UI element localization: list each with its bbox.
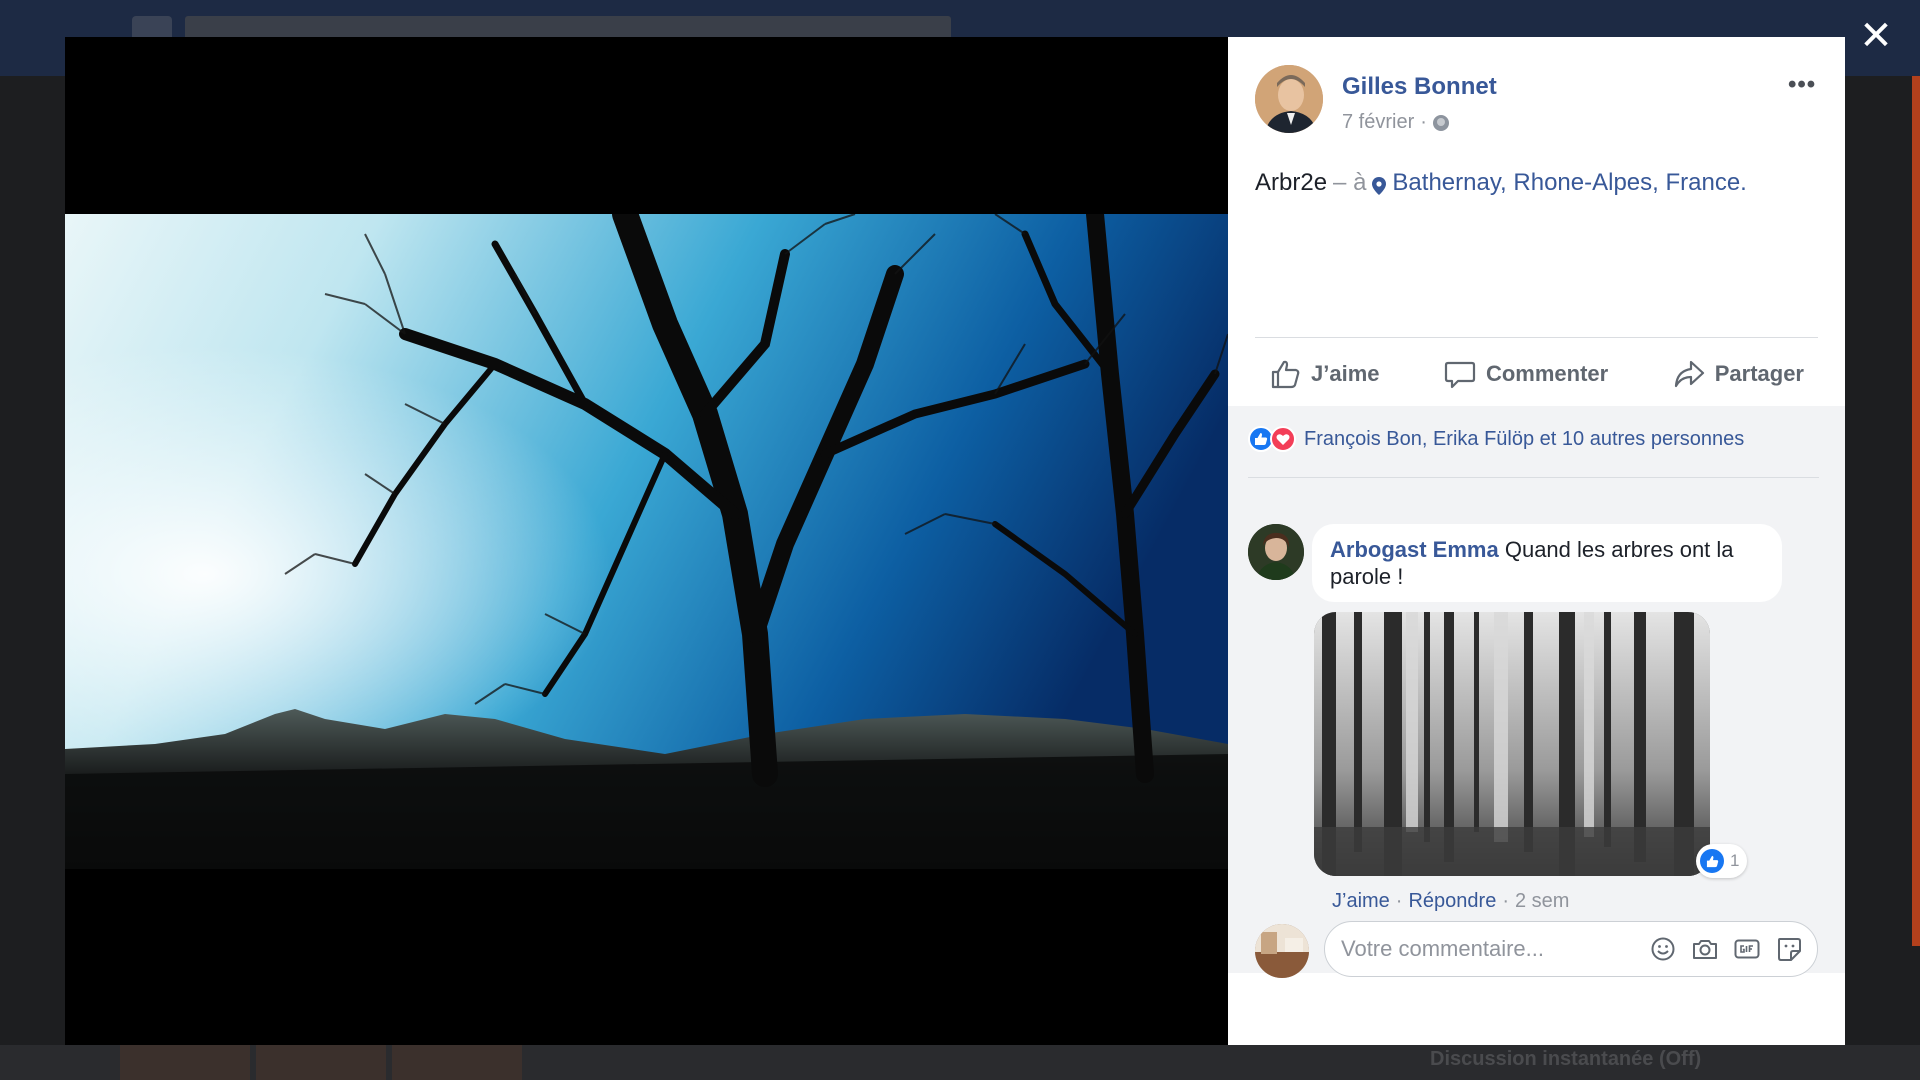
current-user-avatar (1255, 924, 1309, 978)
background-scrollbar[interactable] (1912, 76, 1920, 946)
background-thumb (256, 1045, 386, 1080)
comment-like-link[interactable]: J’aime (1332, 890, 1390, 913)
like-button[interactable]: J’aime (1255, 353, 1394, 395)
thumbs-up-icon (1271, 360, 1300, 389)
comment-input[interactable] (1341, 922, 1641, 976)
author-avatar[interactable] (1255, 65, 1323, 133)
map-pin-icon (1372, 174, 1387, 195)
post-panel: Gilles Bonnet 7 février · ••• Arbr2e – à… (1228, 37, 1845, 1045)
more-options-icon[interactable]: ••• (1788, 71, 1816, 99)
comment-bubble: Arbogast Emma Quand les arbres ont la pa… (1312, 524, 1782, 602)
share-label: Partager (1714, 361, 1804, 386)
share-icon (1674, 360, 1704, 388)
divider (1255, 337, 1818, 338)
background-thumbnails (120, 1045, 522, 1080)
like-label: J’aime (1311, 361, 1380, 386)
location-suffix: . (1740, 169, 1747, 196)
post-date[interactable]: 7 février (1342, 111, 1414, 134)
close-icon[interactable]: ✕ (1858, 16, 1894, 56)
comment-image[interactable] (1314, 612, 1710, 876)
tree-photo-image (65, 214, 1228, 869)
reaction-icons (1248, 426, 1296, 452)
background-thumb (392, 1045, 522, 1080)
author-photo (1255, 65, 1323, 133)
comments-section: François Bon, Erika Fülöp et 10 autres p… (1228, 406, 1845, 978)
commenter-photo (1248, 524, 1304, 580)
post-caption: Arbr2e – à Bathernay, Rhone-Alpes, Franc… (1255, 169, 1747, 197)
like-reaction-icon (1700, 849, 1724, 873)
sticker-icon[interactable] (1775, 935, 1803, 963)
divider (1248, 477, 1819, 478)
comment-author-name[interactable]: Arbogast Emma (1330, 537, 1499, 562)
comment-actions: J’aime · Répondre · 2 sem (1332, 890, 1569, 913)
post-actions: J’aime Commenter Partager (1255, 353, 1818, 395)
gif-icon[interactable] (1733, 935, 1761, 963)
comment-button[interactable]: Commenter (1430, 353, 1622, 395)
camera-icon[interactable] (1691, 935, 1719, 963)
separator: · (1502, 890, 1509, 912)
comment-label: Commenter (1485, 361, 1609, 386)
smile-icon[interactable] (1649, 935, 1677, 963)
location-prefix: – à (1333, 169, 1367, 196)
post-title: Arbr2e (1255, 169, 1328, 196)
background-chat-label: Discussion instantanée (Off) (1430, 1048, 1702, 1070)
comment-likes-number: 1 (1730, 851, 1740, 870)
globe-icon[interactable] (1432, 114, 1449, 131)
background-thumb (120, 1045, 250, 1080)
comment-reply-link[interactable]: Répondre (1408, 890, 1496, 913)
comment-age[interactable]: 2 sem (1515, 890, 1569, 913)
composer-icons (1649, 935, 1803, 963)
separator: · (1395, 890, 1403, 912)
commenter-avatar[interactable] (1248, 524, 1304, 580)
reactors-text[interactable]: François Bon, Erika Fülöp et 10 autres p… (1304, 428, 1744, 451)
comment-icon (1444, 361, 1476, 389)
post-meta: 7 février · (1342, 111, 1449, 134)
post-date-separator: · (1420, 111, 1427, 133)
post-photo[interactable] (65, 214, 1228, 869)
reactions-summary[interactable]: François Bon, Erika Fülöp et 10 autres p… (1248, 426, 1744, 452)
photo-stage[interactable] (65, 37, 1228, 1045)
forest-photo (1314, 612, 1710, 876)
love-reaction-icon (1270, 426, 1296, 452)
post-location-link[interactable]: Bathernay, Rhone-Alpes, France (1392, 169, 1740, 197)
comment-like-count[interactable]: 1 (1696, 844, 1748, 878)
comment-composer (1324, 921, 1818, 977)
post-author-name[interactable]: Gilles Bonnet (1342, 73, 1497, 101)
current-user-photo (1255, 924, 1309, 978)
share-button[interactable]: Partager (1659, 353, 1818, 395)
